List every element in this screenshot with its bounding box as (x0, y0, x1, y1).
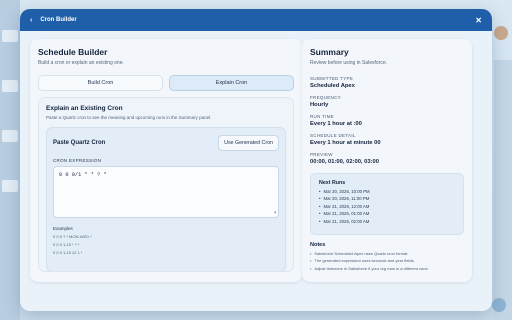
field-value: Scheduled Apex (310, 83, 355, 89)
background-sidebar (0, 0, 20, 320)
list-item: Adjust timezone in Salesforce if your or… (310, 266, 464, 271)
list-item: The generated expression uses seconds an… (310, 258, 464, 263)
notes-title: Notes (310, 242, 326, 248)
cron-builder-modal: ‹ Cron Builder ✕ Schedule Builder Build … (20, 9, 492, 311)
list-item: Mar 20, 2026, 11:00 PM (319, 196, 455, 201)
field-value: Hourly (310, 102, 329, 108)
field-label: SCHEDULE DETAIL (310, 133, 356, 138)
use-generated-cron-button[interactable]: Use Generated Cron (218, 135, 279, 151)
schedule-builder-card: Schedule Builder Build a cron or explain… (30, 39, 302, 282)
cron-expression-input[interactable]: 0 0 0/1 * * ? * ◢ (53, 166, 279, 218)
mode-tabs: Build Cron Explain Cron (38, 75, 294, 91)
schedule-builder-title: Schedule Builder (38, 47, 108, 57)
field-value: Every 1 hour at :00 (310, 121, 362, 127)
schedule-builder-subtitle: Build a cron or explain an existing one. (38, 60, 124, 66)
next-runs-title: Next Runs (319, 180, 346, 186)
list-item: Mar 21, 2026, 01:00 AM (319, 211, 455, 216)
help-icon[interactable] (492, 298, 506, 312)
tab-build-cron[interactable]: Build Cron (38, 75, 163, 91)
summary-card: Summary Review before using in Salesforc… (302, 39, 472, 282)
avatar (494, 26, 508, 40)
next-runs-section: Next Runs Mar 20, 2026, 10:00 PM Mar 20,… (310, 173, 464, 235)
background-tile (2, 180, 18, 192)
examples-title: Examples (53, 226, 73, 231)
cron-expression-value: 0 0 0/1 * * ? * (59, 172, 107, 178)
explain-subtitle: Paste a Quartz cron to see the meaning a… (46, 115, 212, 120)
cron-expression-label: CRON EXPRESSION (53, 158, 102, 163)
field-value: 00:00, 01:00, 02:00, 03:00 (310, 159, 379, 165)
background-tile (2, 80, 18, 92)
modal-header: ‹ Cron Builder ✕ (20, 9, 492, 31)
field-label: FREQUENCY (310, 95, 341, 100)
list-item: Mar 21, 2026, 02:00 AM (319, 219, 455, 224)
background-tile (2, 30, 18, 42)
example-item[interactable]: 0 0 9 1,15 * ? * (53, 242, 279, 247)
example-item[interactable]: 0 0 9 ? * MON-WED * (53, 234, 279, 239)
list-item: Mar 20, 2026, 10:00 PM (319, 189, 455, 194)
paste-cron-section: Paste Quartz Cron Use Generated Cron CRO… (46, 127, 286, 271)
summary-subtitle: Review before using in Salesforce. (310, 60, 387, 66)
summary-title: Summary (310, 47, 349, 57)
background-right-panel (494, 60, 512, 320)
background-tile (2, 130, 18, 142)
modal-title: Cron Builder (40, 17, 77, 23)
list-item: Mar 21, 2026, 12:00 AM (319, 204, 455, 209)
explain-panel: Explain an Existing Cron Paste a Quartz … (38, 97, 294, 272)
back-icon[interactable]: ‹ (30, 17, 32, 24)
resize-grip-icon[interactable]: ◢ (274, 209, 276, 215)
example-item[interactable]: 0 0 9 1,15 12 1 * (53, 250, 279, 255)
explain-title: Explain an Existing Cron (46, 105, 123, 112)
list-item: Salesforce Scheduled Apex uses Quartz cr… (310, 251, 464, 256)
paste-cron-title: Paste Quartz Cron (53, 140, 106, 146)
close-icon[interactable]: ✕ (475, 16, 482, 25)
field-label: PREVIEW (310, 152, 333, 157)
field-label: RUN TIME (310, 114, 335, 119)
tab-explain-cron[interactable]: Explain Cron (169, 75, 294, 91)
field-value: Every 1 hour at minute 00 (310, 140, 381, 146)
field-label: SUBMITTED TYPE (310, 76, 354, 81)
